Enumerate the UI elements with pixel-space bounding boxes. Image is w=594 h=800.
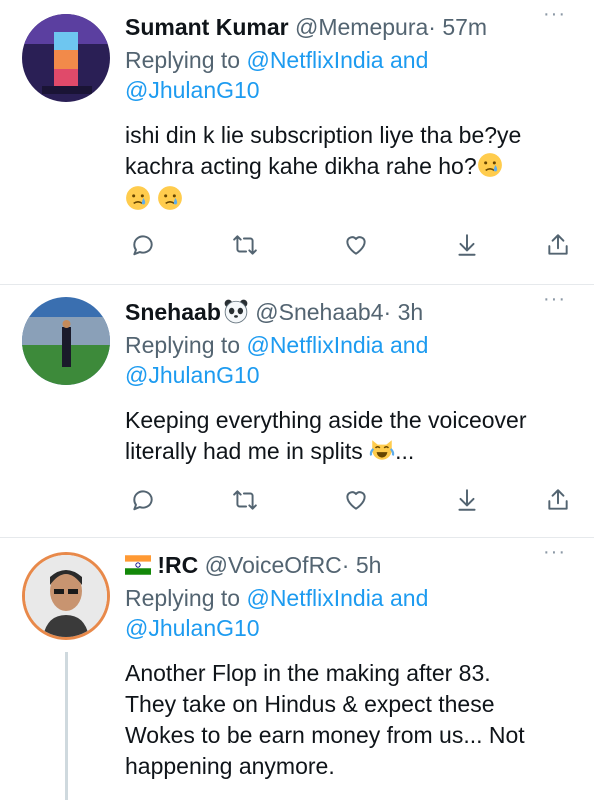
avatar[interactable]: [22, 14, 110, 102]
india-flag-icon: [125, 555, 151, 575]
reply-icon[interactable]: [128, 485, 158, 515]
tweet-header: !RC @VoiceOfRC· 5h: [125, 550, 574, 580]
replying-to: Replying to @NetflixIndia and: [125, 330, 574, 360]
tweet-1[interactable]: Sumant Kumar @Memepura· 57m Replying to …: [0, 0, 594, 284]
like-icon[interactable]: [341, 230, 371, 260]
more-options-icon[interactable]: ···: [543, 289, 566, 309]
mention-link[interactable]: @NetflixIndia and: [246, 332, 428, 358]
tweet-text: ishi din k lie subscription liye tha be?…: [125, 120, 574, 215]
crying-face-icon: [125, 185, 151, 211]
panda-face-icon: [223, 298, 249, 324]
tweet-text-line: They take on Hindus & expect these: [125, 691, 495, 717]
more-options-icon[interactable]: ···: [543, 4, 566, 24]
replying-prefix: Replying to: [125, 332, 241, 358]
crying-face-icon: [157, 185, 183, 211]
retweet-icon[interactable]: [230, 230, 260, 260]
tweet-text: Another Flop in the making after 83. The…: [125, 658, 574, 782]
tweet-time[interactable]: 5h: [356, 552, 382, 578]
tweet-text-suffix: ...: [395, 438, 415, 464]
mention-link[interactable]: @NetflixIndia and: [246, 585, 428, 611]
tweet-header: Sumant Kumar @Memepura· 57m: [125, 12, 574, 42]
tweet-time[interactable]: 3h: [398, 299, 424, 325]
mention-link[interactable]: @NetflixIndia and: [246, 47, 428, 73]
mention-link[interactable]: @JhulanG10: [125, 615, 260, 641]
crying-face-icon: [477, 152, 503, 178]
thread-connector: [65, 652, 68, 800]
separator-dot: ·: [428, 14, 436, 40]
display-name[interactable]: Sumant Kumar: [125, 14, 289, 40]
tweet-text-line: happening anymore.: [125, 753, 335, 779]
tweet-text-line: Wokes to be earn money from us... Not: [125, 722, 525, 748]
download-icon[interactable]: [452, 485, 482, 515]
tears-of-joy-cat-icon: [369, 437, 395, 463]
tweet-header: Snehaab @Snehaab4· 3h: [125, 297, 574, 327]
tweet-text: Keeping everything aside the voiceover l…: [125, 405, 574, 467]
user-handle[interactable]: @Snehaab4: [255, 299, 383, 325]
reply-icon[interactable]: [128, 230, 158, 260]
user-handle[interactable]: @VoiceOfRC: [205, 552, 342, 578]
display-name[interactable]: !RC: [157, 552, 198, 578]
action-bar: [128, 230, 578, 260]
tweet-3[interactable]: !RC @VoiceOfRC· 5h Replying to @NetflixI…: [0, 538, 594, 800]
replying-prefix: Replying to: [125, 585, 241, 611]
replying-prefix: Replying to: [125, 47, 241, 73]
tweet-text-line: Another Flop in the making after 83.: [125, 660, 491, 686]
separator-dot: ·: [341, 552, 350, 578]
retweet-icon[interactable]: [230, 485, 260, 515]
tweet-text-line: kachra acting kahe dikha rahe ho?: [125, 153, 477, 179]
download-icon[interactable]: [452, 230, 482, 260]
tweet-text-line: ishi din k lie subscription liye tha be?…: [125, 122, 522, 148]
action-bar: [128, 485, 578, 515]
share-icon[interactable]: [543, 485, 573, 515]
mention-link[interactable]: @JhulanG10: [125, 77, 260, 103]
display-name[interactable]: Snehaab: [125, 299, 221, 325]
mention-link[interactable]: @JhulanG10: [125, 362, 260, 388]
tweet-text-line: literally had me in splits: [125, 438, 363, 464]
more-options-icon[interactable]: ···: [543, 542, 566, 562]
like-icon[interactable]: [341, 485, 371, 515]
share-icon[interactable]: [543, 230, 573, 260]
replying-to: Replying to @NetflixIndia and: [125, 45, 574, 75]
avatar[interactable]: [22, 552, 110, 640]
separator-dot: ·: [383, 299, 392, 325]
tweet-text-line: Keeping everything aside the voiceover: [125, 407, 527, 433]
tweet-2[interactable]: Snehaab @Snehaab4· 3h Replying to @Netfl…: [0, 285, 594, 537]
user-handle[interactable]: @Memepura: [295, 14, 428, 40]
tweet-time[interactable]: 57m: [442, 14, 487, 40]
replying-to: Replying to @NetflixIndia and: [125, 583, 574, 613]
avatar[interactable]: [22, 297, 110, 385]
